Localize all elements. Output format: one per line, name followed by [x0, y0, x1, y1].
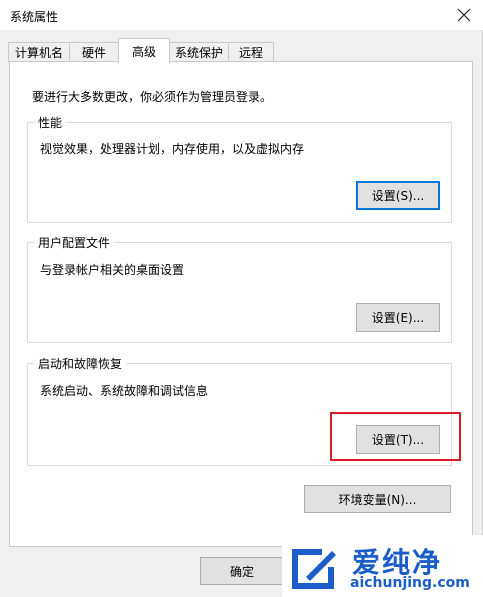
performance-group: 性能 视觉效果，处理器计划，内存使用，以及虚拟内存 设置(S)... — [27, 114, 452, 223]
tab-computer-name[interactable]: 计算机名 — [8, 42, 70, 62]
user-profiles-description: 与登录帐户相关的桌面设置 — [40, 263, 185, 277]
performance-title: 性能 — [34, 114, 67, 131]
user-profiles-group: 用户配置文件 与登录帐户相关的桌面设置 设置(E)... — [27, 234, 452, 343]
performance-settings-button[interactable]: 设置(S)... — [356, 181, 440, 210]
close-icon — [457, 8, 471, 22]
watermark-url: aichunjing.com — [350, 575, 470, 591]
startup-recovery-description: 系统启动、系统故障和调试信息 — [40, 384, 209, 398]
advanced-tab-panel: 要进行大多数更改，你必须作为管理员登录。 性能 视觉效果，处理器计划，内存使用，… — [9, 61, 473, 547]
tab-remote[interactable]: 远程 — [228, 42, 274, 62]
user-profiles-title: 用户配置文件 — [34, 234, 115, 251]
environment-variables-button[interactable]: 环境变量(N)... — [304, 485, 451, 513]
tab-hardware[interactable]: 硬件 — [69, 42, 119, 62]
tab-advanced[interactable]: 高级 — [118, 38, 170, 63]
highlight-box — [330, 412, 461, 461]
admin-instruction: 要进行大多数更改，你必须作为管理员登录。 — [32, 90, 273, 104]
title-bar: 系统属性 — [0, 0, 483, 30]
tab-system-protection[interactable]: 系统保护 — [169, 42, 229, 62]
startup-recovery-title: 启动和故障恢复 — [34, 355, 127, 372]
watermark-logo-icon — [292, 549, 336, 589]
performance-description: 视觉效果，处理器计划，内存使用，以及虚拟内存 — [40, 142, 305, 156]
user-profiles-settings-button[interactable]: 设置(E)... — [356, 303, 440, 332]
window-title: 系统属性 — [10, 10, 59, 24]
close-button[interactable] — [453, 4, 475, 26]
watermark: 爱纯净 aichunjing.com — [282, 535, 483, 597]
ok-button[interactable]: 确定 — [200, 557, 284, 585]
system-properties-dialog: 系统属性 计算机名 硬件 高级 系统保护 远程 要进行大多数更改，你必须作为管理… — [0, 0, 483, 597]
